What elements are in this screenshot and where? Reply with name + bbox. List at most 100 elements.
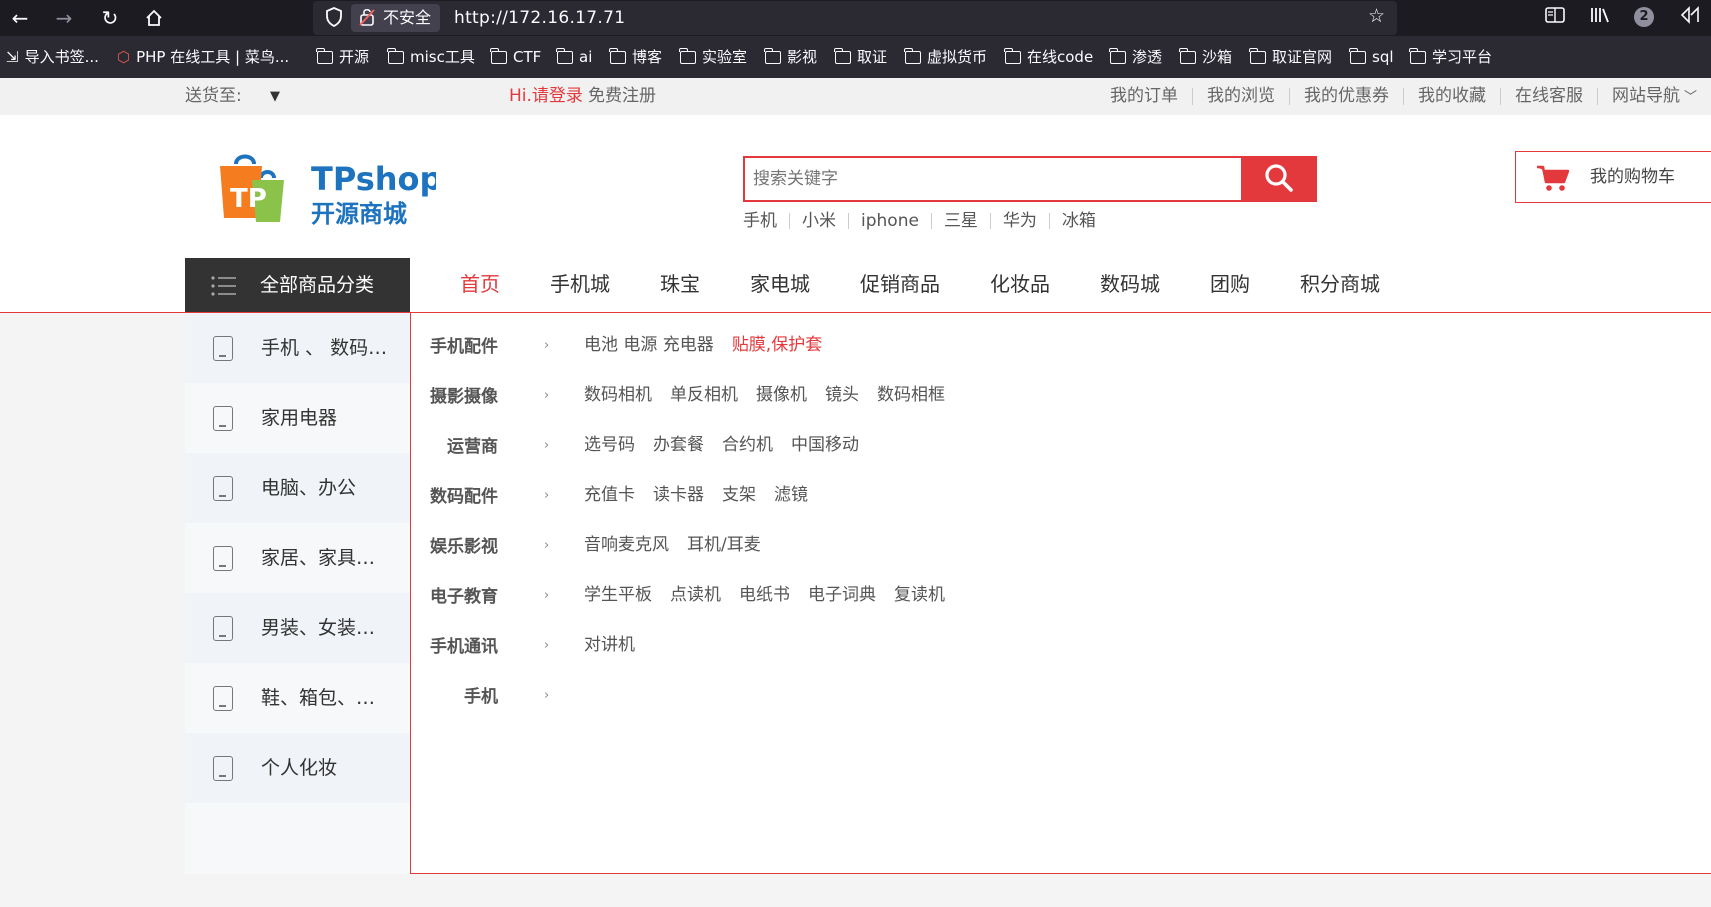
subcategory-title[interactable]: 手机通讯 [430,632,498,662]
home-icon[interactable] [140,4,168,32]
bookmark-folder[interactable]: 实验室 [679,46,747,68]
hot-word-link[interactable]: iphone [849,213,932,230]
subcategory-link[interactable]: 音响麦克风 [584,532,669,558]
menu-icon[interactable] [1680,5,1702,30]
my-history-link[interactable]: 我的浏览 [1193,88,1290,105]
security-indicator[interactable]: 不安全 [351,4,441,32]
folder-icon [764,47,781,64]
subcategory-link[interactable]: 电池 电源 充电器 [584,332,714,358]
extension-badge[interactable]: 2 [1634,7,1654,27]
hot-word-link[interactable]: 华为 [991,213,1050,230]
login-link[interactable]: Hi.请登录 [509,78,583,115]
subcategory-title[interactable]: 电子教育 [430,582,498,612]
subcategory-link[interactable]: 单反相机 [670,382,738,408]
reader-view-icon[interactable] [1544,5,1566,30]
hot-word-link[interactable]: 冰箱 [1050,213,1108,230]
chevron-right-icon: › [544,438,550,453]
subcategory-link[interactable]: 复读机 [894,582,945,608]
subcategory-title[interactable]: 运营商 [447,432,498,462]
subcategory-link[interactable]: 中国移动 [791,432,859,458]
bookmark-folder[interactable]: 开源 [316,46,369,68]
subcategory-title[interactable]: 数码配件 [430,482,498,512]
reload-icon[interactable]: ↻ [96,4,124,32]
my-orders-link[interactable]: 我的订单 [1096,88,1193,105]
sidebar-item-shoes-bags[interactable]: 鞋、箱包、钟表、奢侈品 [185,663,410,733]
site-logo[interactable]: TP TPshop 开源商城 [216,152,442,228]
nav-item-group-buy[interactable]: 团购 [1185,258,1275,313]
search-input[interactable] [743,156,1242,202]
sidebar-item-appliances[interactable]: 家用电器 [185,383,410,453]
bookmark-folder[interactable]: 在线code [1004,46,1093,68]
bookmark-folder[interactable]: CTF [490,46,541,68]
bookmark-folder[interactable]: 取证官网 [1249,46,1332,68]
subcategory-link[interactable]: 选号码 [584,432,635,458]
subcategory-link[interactable]: 合约机 [722,432,773,458]
library-icon[interactable] [1589,5,1611,30]
subcategory-link[interactable]: 电纸书 [739,582,790,608]
bookmark-star-icon[interactable]: ☆ [1368,5,1385,27]
bookmark-folder[interactable]: 学习平台 [1409,46,1492,68]
subcategory-link[interactable]: 摄像机 [756,382,807,408]
register-link[interactable]: 免费注册 [588,78,656,115]
nav-item-jewelry[interactable]: 珠宝 [635,258,725,313]
subcategory-link[interactable]: 电子词典 [808,582,876,608]
nav-item-cosmetics[interactable]: 化妆品 [965,258,1075,313]
subcategory-title[interactable]: 摄影摄像 [430,382,498,412]
sidebar-item-phones-digital[interactable]: 手机 、 数码 、 通信 [185,313,410,383]
nav-item-appliances[interactable]: 家电城 [725,258,835,313]
bookmark-folder[interactable]: ai [556,46,592,68]
bookmark-folder[interactable]: 博客 [609,46,662,68]
subcategory-link[interactable]: 办套餐 [653,432,704,458]
bookmark-folder[interactable]: 渗透 [1109,46,1162,68]
hot-word-link[interactable]: 手机 [743,213,790,230]
bookmark-folder[interactable]: 取证 [834,46,887,68]
hot-word-link[interactable]: 三星 [932,213,991,230]
nav-item-digital[interactable]: 数码城 [1075,258,1185,313]
my-coupons-link[interactable]: 我的优惠券 [1290,88,1404,105]
chevron-down-icon[interactable]: ▼ [270,78,280,115]
subcategory-link[interactable]: 数码相机 [584,382,652,408]
back-arrow-icon[interactable]: ← [6,4,34,32]
subcategory-title[interactable]: 手机 [464,682,498,712]
shield-icon[interactable] [323,7,345,29]
subcategory-link[interactable]: 数码相框 [877,382,945,408]
bookmark-folder[interactable]: 影视 [764,46,817,68]
nav-item-phones[interactable]: 手机城 [525,258,635,313]
nav-item-promotions[interactable]: 促销商品 [835,258,965,313]
forward-arrow-icon[interactable]: → [50,4,78,32]
bookmark-php-tools[interactable]: ⬡ PHP 在线工具 | 菜鸟... [117,46,289,68]
subcategory-link[interactable]: 点读机 [670,582,721,608]
bookmark-folder[interactable]: 沙箱 [1179,46,1232,68]
online-service-link[interactable]: 在线客服 [1501,88,1598,105]
my-favorites-link[interactable]: 我的收藏 [1404,88,1501,105]
cart-button[interactable]: 我的购物车 [1515,151,1711,203]
bookmark-folder[interactable]: misc工具 [387,46,475,68]
url-bar[interactable]: 不安全 http://172.16.17.71 ☆ [313,1,1397,35]
site-nav-dropdown[interactable]: 网站导航 ﹀ [1598,87,1701,106]
sidebar-item-clothing[interactable]: 男装、女装、童装、内衣 [185,593,410,663]
subcategory-title[interactable]: 娱乐影视 [430,532,498,562]
subcategory-link[interactable]: 学生平板 [584,582,652,608]
nav-item-home[interactable]: 首页 [435,258,525,316]
url-text[interactable]: http://172.16.17.71 [454,1,625,35]
subcategory-link[interactable]: 耳机/耳麦 [687,532,761,558]
bookmark-folder[interactable]: sql [1349,46,1394,68]
subcategory-link[interactable]: 读卡器 [653,482,704,508]
search-button[interactable] [1241,156,1317,202]
subcategory-link[interactable]: 镜头 [825,382,859,408]
subcategory-link[interactable]: 滤镜 [774,482,808,508]
sidebar-item-computers[interactable]: 电脑、办公 [185,453,410,523]
subcategory-link[interactable]: 支架 [722,482,756,508]
nav-item-points-mall[interactable]: 积分商城 [1275,258,1405,313]
bookmark-import[interactable]: ⇲ 导入书签... [6,46,99,68]
bookmark-folder[interactable]: 虚拟货币 [904,46,987,68]
sidebar-item-home-furniture[interactable]: 家居、家具、家装、厨具 [185,523,410,593]
all-categories-button[interactable]: 全部商品分类 [185,258,410,313]
subcategory-link[interactable]: 贴膜,保护套 [732,332,822,358]
sidebar-item-makeup[interactable]: 个人化妆 [185,733,410,803]
hot-word-link[interactable]: 小米 [790,213,849,230]
folder-icon [1004,47,1021,64]
subcategory-link[interactable]: 充值卡 [584,482,635,508]
subcategory-link[interactable]: 对讲机 [584,632,635,658]
subcategory-title[interactable]: 手机配件 [430,332,498,362]
